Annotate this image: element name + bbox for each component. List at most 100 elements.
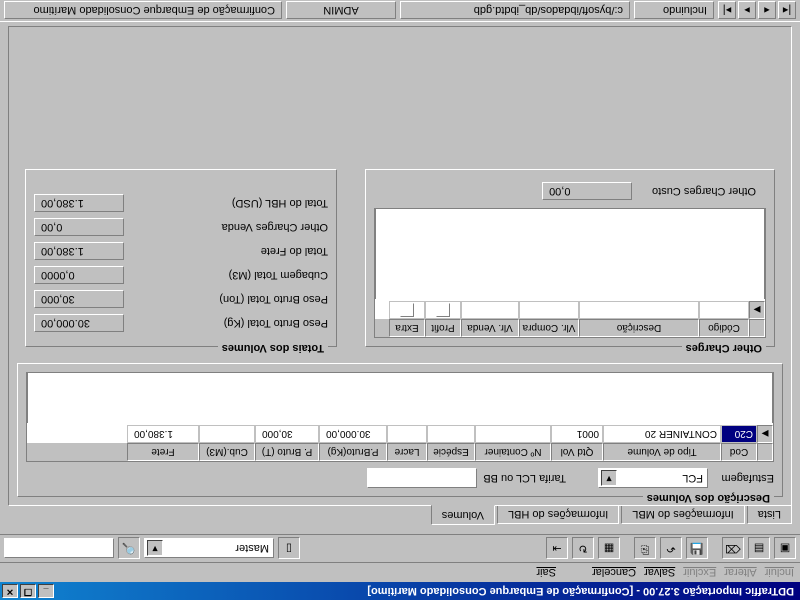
cell-vlr-venda[interactable] (461, 301, 519, 319)
tab-lista[interactable]: Lista (747, 505, 792, 524)
tab-volumes[interactable]: Volumes (431, 505, 495, 525)
oc-custo-value: 0,00 (542, 182, 632, 200)
tot-frete-value: 1.380,00 (34, 242, 124, 260)
col-extra[interactable]: Extra (389, 319, 425, 337)
estufagem-value: FCL (682, 472, 703, 484)
estufagem-label: Estufagem (714, 472, 774, 484)
toolbar-btn-7[interactable]: ▦ (598, 538, 620, 560)
cell-pbruto-t[interactable]: 30,000 (255, 425, 319, 443)
col-vlr-venda[interactable]: Vlr. Venda (461, 319, 519, 337)
tot-cubagem-label: Cubagem Total (M3) (124, 269, 328, 281)
toolbar-btn-2[interactable]: ▤ (748, 538, 770, 560)
cell-cub[interactable] (199, 425, 255, 443)
toolbar-sep (712, 538, 718, 560)
menu-sair[interactable]: Sair (536, 567, 556, 579)
cell-pbruto-kg[interactable]: 30.000,00 (319, 425, 387, 443)
master-combo[interactable]: Master ▼ (144, 539, 274, 559)
col-vlr-compra[interactable]: Vlr. Compra (519, 319, 579, 337)
save-icon[interactable]: 💾 (686, 538, 708, 560)
nav-last-icon[interactable]: ▸| (718, 2, 736, 20)
cell-qtd[interactable]: 0001 (551, 425, 603, 443)
extra-checkbox[interactable] (400, 303, 414, 317)
oc-custo-label: Other Charges Custo (652, 185, 756, 197)
cell-frete[interactable]: 1.380,00 (127, 425, 199, 443)
cell-ncont[interactable] (475, 425, 551, 443)
toolbar-btn-3[interactable]: ⌫ (722, 538, 744, 560)
cell-lacre[interactable] (387, 425, 427, 443)
col-especie[interactable]: Espécie (427, 443, 475, 461)
grid-empty-area[interactable] (375, 209, 765, 299)
col-descricao[interactable]: Descrição (579, 319, 699, 337)
col-ncontainer[interactable]: Nº Container (475, 443, 551, 461)
cell-tipo[interactable]: CONTAINER 20 (603, 425, 721, 443)
col-frete[interactable]: Frete (127, 443, 199, 461)
nav-prev-icon[interactable]: ◂ (758, 2, 776, 20)
menu-salvar[interactable]: Salvar (644, 567, 675, 579)
group-descricao-volumes: Descrição dos Volumes Estufagem FCL ▼ Ta… (17, 363, 783, 497)
grid-empty-area[interactable] (27, 373, 773, 423)
chevron-down-icon[interactable]: ▼ (147, 541, 163, 557)
col-profit[interactable]: Profit (425, 319, 461, 337)
group-legend-totais: Totais dos Volumes (218, 342, 328, 354)
menu-cancelar[interactable]: Cancelar (592, 567, 636, 579)
row-marker-icon: ▶ (749, 301, 765, 319)
chevron-down-icon[interactable]: ▼ (601, 470, 617, 486)
main-panel: Descrição dos Volumes Estufagem FCL ▼ Ta… (8, 26, 792, 506)
group-other-charges: Other Charges Código Descrição Vlr. Comp… (365, 169, 775, 347)
status-doc: Confirmação de Embarque Consolidado Marí… (4, 2, 282, 20)
toolbar-btn-page[interactable]: ▯ (278, 538, 300, 560)
row-marker-icon: ▶ (757, 425, 773, 443)
tabstrip: Lista Informações do MBL Informações do … (8, 506, 792, 528)
tarifa-field[interactable] (367, 468, 477, 488)
col-cod[interactable]: Cod (721, 443, 757, 461)
cell-vlr-compra[interactable] (519, 301, 579, 319)
col-pbruto-kg[interactable]: P.Bruto(Kg) (319, 443, 387, 461)
col-tipo[interactable]: Tipo de Volume (603, 443, 721, 461)
tot-oc-venda-value: 0,00 (34, 218, 124, 236)
col-lacre[interactable]: Lacre (387, 443, 427, 461)
search-icon[interactable]: 🔍 (118, 538, 140, 560)
tab-info-mbl[interactable]: Informações do MBL (621, 505, 745, 524)
tot-peso-kg-label: Peso Bruto Total (Kg) (124, 317, 328, 329)
cell-codigo[interactable] (699, 301, 749, 319)
nav-next-icon[interactable]: ▸ (738, 2, 756, 20)
volumes-grid[interactable]: Cod Tipo de Volume Qtd Vol Nº Container … (26, 372, 774, 462)
cell-especie[interactable] (427, 425, 475, 443)
tot-cubagem-value: 0,0000 (34, 266, 124, 284)
col-pbruto-t[interactable]: P. Bruto (T) (255, 443, 319, 461)
window-buttons: _ ❐ ✕ (2, 584, 54, 598)
tab-info-hbl[interactable]: Informações do HBL (497, 505, 619, 524)
other-charges-grid[interactable]: Código Descrição Vlr. Compra Vlr. Venda … (374, 208, 766, 338)
maximize-button[interactable]: ❐ (20, 584, 36, 598)
cell-descricao[interactable] (579, 301, 699, 319)
estufagem-combo[interactable]: FCL ▼ (598, 468, 708, 488)
col-qtd[interactable]: Qtd Vol (551, 443, 603, 461)
exit-icon[interactable]: ⇥ (546, 538, 568, 560)
col-codigo[interactable]: Código (699, 319, 749, 337)
toolbar-search-field[interactable] (4, 539, 114, 559)
menu-incluir: Incluir (765, 567, 794, 579)
cell-profit[interactable] (425, 301, 461, 319)
toolbar-btn-1[interactable]: ▣ (774, 538, 796, 560)
tarifa-label: Tarifa LCL ou BB (483, 472, 566, 484)
undo-icon[interactable]: ↶ (660, 538, 682, 560)
titlebar: DDTraffic Importação 3.27.00 - [Confirma… (0, 582, 800, 600)
tot-hbl-usd-label: Total do HBL (USD) (124, 197, 328, 209)
tot-peso-ton-label: Peso Bruto Total (Ton) (124, 293, 328, 305)
toolbar-btn-6[interactable]: ⎘ (634, 538, 656, 560)
cell-cod[interactable]: C20 (721, 425, 757, 443)
table-row[interactable]: ▶ (375, 301, 765, 319)
menu-excluir: Excluir (683, 567, 716, 579)
profit-checkbox[interactable] (436, 303, 450, 317)
refresh-icon[interactable]: ↻ (572, 538, 594, 560)
tot-oc-venda-label: Other Charges Venda (124, 221, 328, 233)
minimize-button[interactable]: _ (38, 584, 54, 598)
nav-first-icon[interactable]: |◂ (778, 2, 796, 20)
toolbar-sep (624, 538, 630, 560)
cell-extra[interactable] (389, 301, 425, 319)
tot-peso-kg-value: 30.000,00 (34, 314, 124, 332)
col-cub[interactable]: Cub.(M3) (199, 443, 255, 461)
group-legend-oc: Other Charges (682, 342, 766, 354)
close-button[interactable]: ✕ (2, 584, 18, 598)
table-row[interactable]: ▶ C20 CONTAINER 20 0001 30.000,00 30,000… (27, 425, 773, 443)
